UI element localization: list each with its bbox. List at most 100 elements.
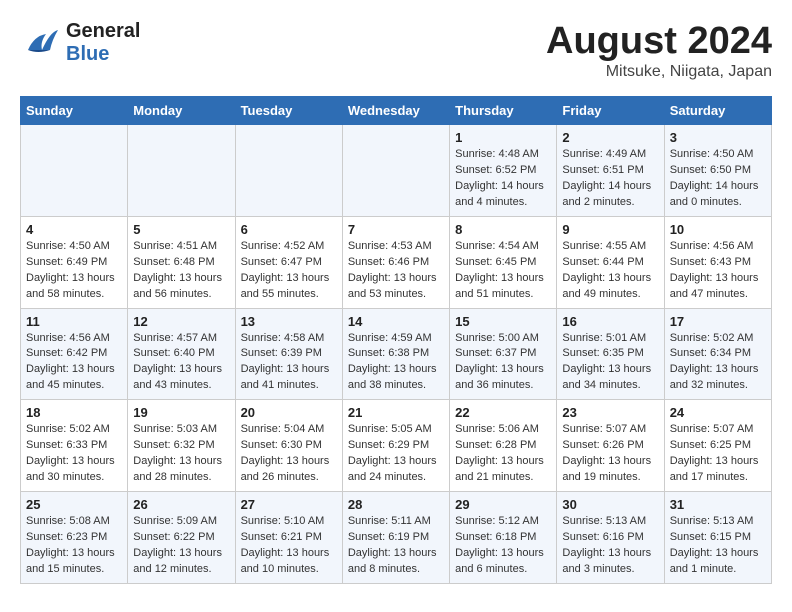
day-of-week-header: Wednesday — [342, 97, 449, 125]
main-title: August 2024 — [546, 20, 772, 63]
calendar-week-row: 25 Sunrise: 5:08 AMSunset: 6:23 PMDayligh… — [21, 492, 772, 584]
calendar-cell: 18 Sunrise: 5:02 AMSunset: 6:33 PMDayligh… — [21, 400, 128, 492]
calendar-cell: 25 Sunrise: 5:08 AMSunset: 6:23 PMDayligh… — [21, 492, 128, 584]
day-number: 1 — [455, 130, 551, 145]
calendar-cell: 22 Sunrise: 5:06 AMSunset: 6:28 PMDayligh… — [450, 400, 557, 492]
calendar-cell: 30 Sunrise: 5:13 AMSunset: 6:16 PMDayligh… — [557, 492, 664, 584]
day-number: 30 — [562, 497, 658, 512]
calendar-cell: 2 Sunrise: 4:49 AMSunset: 6:51 PMDaylight… — [557, 125, 664, 217]
calendar-cell: 8Sunrise: 4:54 AMSunset: 6:45 PMDaylight… — [450, 216, 557, 308]
day-info: Sunrise: 5:05 AMSunset: 6:29 PMDaylight:… — [348, 422, 444, 486]
logo-text-box: General Blue — [66, 20, 140, 66]
logo-bird-icon — [20, 22, 62, 64]
day-of-week-header: Thursday — [450, 97, 557, 125]
day-number: 7 — [348, 222, 444, 237]
day-info: Sunrise: 4:52 AMSunset: 6:47 PMDaylight:… — [241, 239, 337, 303]
day-number: 9 — [562, 222, 658, 237]
day-of-week-header: Saturday — [664, 97, 771, 125]
calendar-cell: 3 Sunrise: 4:50 AMSunset: 6:50 PMDaylight… — [664, 125, 771, 217]
day-number: 27 — [241, 497, 337, 512]
day-number: 19 — [133, 405, 229, 420]
day-of-week-header: Friday — [557, 97, 664, 125]
day-number: 24 — [670, 405, 766, 420]
day-number: 14 — [348, 314, 444, 329]
calendar-cell: 21Sunrise: 5:05 AMSunset: 6:29 PMDayligh… — [342, 400, 449, 492]
calendar-cell: 31Sunrise: 5:13 AMSunset: 6:15 PMDayligh… — [664, 492, 771, 584]
day-info: Sunrise: 5:00 AMSunset: 6:37 PMDaylight:… — [455, 331, 551, 395]
calendar-cell: 12 Sunrise: 4:57 AMSunset: 6:40 PMDayligh… — [128, 308, 235, 400]
title-area: August 2024 Mitsuke, Niigata, Japan — [546, 20, 772, 81]
day-info: Sunrise: 4:59 AMSunset: 6:38 PMDaylight:… — [348, 331, 444, 395]
calendar-cell: 6 Sunrise: 4:52 AMSunset: 6:47 PMDaylight… — [235, 216, 342, 308]
day-number: 8 — [455, 222, 551, 237]
day-number: 23 — [562, 405, 658, 420]
calendar-cell: 5Sunrise: 4:51 AMSunset: 6:48 PMDaylight… — [128, 216, 235, 308]
calendar-cell: 11 Sunrise: 4:56 AMSunset: 6:42 PMDayligh… — [21, 308, 128, 400]
logo-blue-text: Blue — [66, 43, 109, 66]
calendar-cell: 28 Sunrise: 5:11 AMSunset: 6:19 PMDayligh… — [342, 492, 449, 584]
calendar-cell — [128, 125, 235, 217]
subtitle: Mitsuke, Niigata, Japan — [546, 63, 772, 81]
day-info: Sunrise: 4:55 AMSunset: 6:44 PMDaylight:… — [562, 239, 658, 303]
day-info: Sunrise: 5:03 AMSunset: 6:32 PMDaylight:… — [133, 422, 229, 486]
logo-general-text: General — [66, 20, 140, 43]
day-number: 11 — [26, 314, 122, 329]
day-number: 10 — [670, 222, 766, 237]
day-info: Sunrise: 5:06 AMSunset: 6:28 PMDaylight:… — [455, 422, 551, 486]
day-of-week-header: Tuesday — [235, 97, 342, 125]
calendar-cell: 17 Sunrise: 5:02 AMSunset: 6:34 PMDayligh… — [664, 308, 771, 400]
day-info: Sunrise: 5:13 AMSunset: 6:15 PMDaylight:… — [670, 514, 766, 578]
day-info: Sunrise: 5:02 AMSunset: 6:33 PMDaylight:… — [26, 422, 122, 486]
day-number: 2 — [562, 130, 658, 145]
day-info: Sunrise: 5:07 AMSunset: 6:25 PMDaylight:… — [670, 422, 766, 486]
calendar-cell: 24 Sunrise: 5:07 AMSunset: 6:25 PMDayligh… — [664, 400, 771, 492]
day-info: Sunrise: 4:50 AMSunset: 6:49 PMDaylight:… — [26, 239, 122, 303]
day-number: 28 — [348, 497, 444, 512]
calendar-cell: 13Sunrise: 4:58 AMSunset: 6:39 PMDayligh… — [235, 308, 342, 400]
day-info: Sunrise: 5:09 AMSunset: 6:22 PMDaylight:… — [133, 514, 229, 578]
day-info: Sunrise: 4:56 AMSunset: 6:42 PMDaylight:… — [26, 331, 122, 395]
day-info: Sunrise: 4:56 AMSunset: 6:43 PMDaylight:… — [670, 239, 766, 303]
calendar-cell: 20Sunrise: 5:04 AMSunset: 6:30 PMDayligh… — [235, 400, 342, 492]
day-info: Sunrise: 4:48 AMSunset: 6:52 PMDaylight:… — [455, 147, 551, 211]
day-info: Sunrise: 4:51 AMSunset: 6:48 PMDaylight:… — [133, 239, 229, 303]
day-info: Sunrise: 5:11 AMSunset: 6:19 PMDaylight:… — [348, 514, 444, 578]
day-info: Sunrise: 5:10 AMSunset: 6:21 PMDaylight:… — [241, 514, 337, 578]
day-number: 22 — [455, 405, 551, 420]
calendar-table: SundayMondayTuesdayWednesdayThursdayFrid… — [20, 96, 772, 584]
calendar-week-row: 18 Sunrise: 5:02 AMSunset: 6:33 PMDayligh… — [21, 400, 772, 492]
day-number: 15 — [455, 314, 551, 329]
calendar-cell — [21, 125, 128, 217]
day-info: Sunrise: 5:13 AMSunset: 6:16 PMDaylight:… — [562, 514, 658, 578]
calendar-cell: 23Sunrise: 5:07 AMSunset: 6:26 PMDayligh… — [557, 400, 664, 492]
day-number: 6 — [241, 222, 337, 237]
page-header: General Blue August 2024 Mitsuke, Niigat… — [20, 20, 772, 81]
day-info: Sunrise: 4:50 AMSunset: 6:50 PMDaylight:… — [670, 147, 766, 211]
calendar-cell: 15 Sunrise: 5:00 AMSunset: 6:37 PMDayligh… — [450, 308, 557, 400]
calendar-cell: 7Sunrise: 4:53 AMSunset: 6:46 PMDaylight… — [342, 216, 449, 308]
day-info: Sunrise: 5:02 AMSunset: 6:34 PMDaylight:… — [670, 331, 766, 395]
calendar-header-row: SundayMondayTuesdayWednesdayThursdayFrid… — [21, 97, 772, 125]
day-info: Sunrise: 4:49 AMSunset: 6:51 PMDaylight:… — [562, 147, 658, 211]
day-info: Sunrise: 4:58 AMSunset: 6:39 PMDaylight:… — [241, 331, 337, 395]
day-number: 4 — [26, 222, 122, 237]
calendar-cell: 9 Sunrise: 4:55 AMSunset: 6:44 PMDaylight… — [557, 216, 664, 308]
day-info: Sunrise: 5:08 AMSunset: 6:23 PMDaylight:… — [26, 514, 122, 578]
day-number: 26 — [133, 497, 229, 512]
calendar-cell: 29 Sunrise: 5:12 AMSunset: 6:18 PMDayligh… — [450, 492, 557, 584]
calendar-cell: 14 Sunrise: 4:59 AMSunset: 6:38 PMDayligh… — [342, 308, 449, 400]
day-number: 25 — [26, 497, 122, 512]
day-info: Sunrise: 5:12 AMSunset: 6:18 PMDaylight:… — [455, 514, 551, 578]
day-number: 18 — [26, 405, 122, 420]
calendar-cell: 16Sunrise: 5:01 AMSunset: 6:35 PMDayligh… — [557, 308, 664, 400]
day-number: 12 — [133, 314, 229, 329]
day-info: Sunrise: 4:57 AMSunset: 6:40 PMDaylight:… — [133, 331, 229, 395]
day-of-week-header: Monday — [128, 97, 235, 125]
day-number: 3 — [670, 130, 766, 145]
day-number: 16 — [562, 314, 658, 329]
day-number: 17 — [670, 314, 766, 329]
day-number: 29 — [455, 497, 551, 512]
day-info: Sunrise: 5:04 AMSunset: 6:30 PMDaylight:… — [241, 422, 337, 486]
calendar-cell — [235, 125, 342, 217]
calendar-week-row: 1 Sunrise: 4:48 AMSunset: 6:52 PMDaylight… — [21, 125, 772, 217]
